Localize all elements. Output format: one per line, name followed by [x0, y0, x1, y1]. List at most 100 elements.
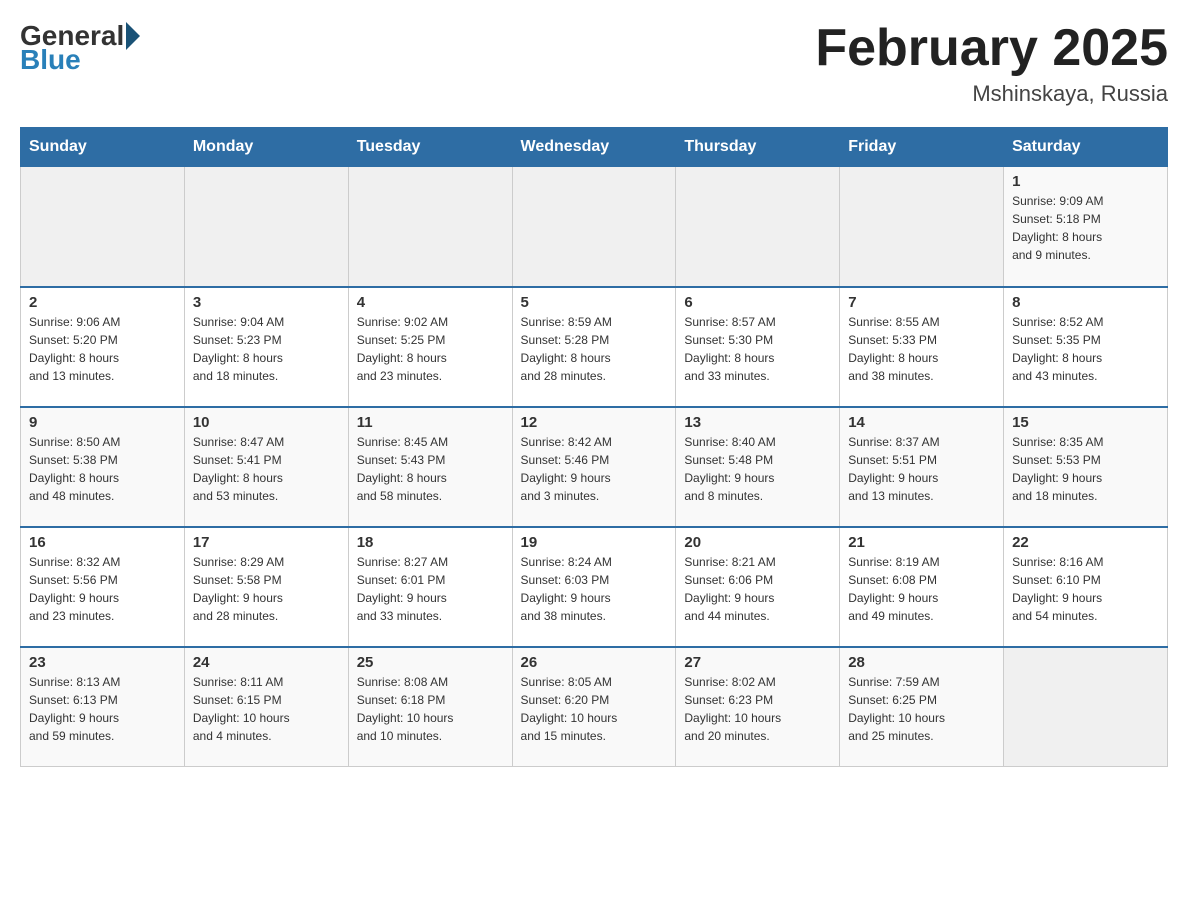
day-info: Sunrise: 8:05 AMSunset: 6:20 PMDaylight:…	[521, 673, 668, 745]
day-info: Sunrise: 7:59 AMSunset: 6:25 PMDaylight:…	[848, 673, 995, 745]
calendar-day-cell: 5Sunrise: 8:59 AMSunset: 5:28 PMDaylight…	[512, 287, 676, 407]
day-info: Sunrise: 8:50 AMSunset: 5:38 PMDaylight:…	[29, 433, 176, 505]
page-header: General Blue February 2025 Mshinskaya, R…	[20, 20, 1168, 107]
day-info: Sunrise: 8:55 AMSunset: 5:33 PMDaylight:…	[848, 313, 995, 385]
day-info: Sunrise: 8:32 AMSunset: 5:56 PMDaylight:…	[29, 553, 176, 625]
calendar-day-header: Wednesday	[512, 128, 676, 167]
calendar-day-header: Saturday	[1004, 128, 1168, 167]
calendar-day-cell: 14Sunrise: 8:37 AMSunset: 5:51 PMDayligh…	[840, 407, 1004, 527]
calendar-day-cell	[1004, 647, 1168, 767]
calendar-day-cell: 18Sunrise: 8:27 AMSunset: 6:01 PMDayligh…	[348, 527, 512, 647]
calendar-week-row: 16 Sunrise: 8:32 AMSunset: 5:56 PMDayligh…	[21, 527, 1168, 647]
day-number: 19	[521, 534, 668, 551]
day-number: 9	[29, 414, 176, 431]
day-info: Sunrise: 9:02 AMSunset: 5:25 PMDaylight:…	[357, 313, 504, 385]
day-number: 8	[1012, 294, 1159, 311]
day-number: 27	[684, 654, 831, 671]
day-number: 16	[29, 534, 176, 551]
calendar-week-row: 2 Sunrise: 9:06 AMSunset: 5:20 PMDaylight…	[21, 287, 1168, 407]
day-info: Sunrise: 8:19 AMSunset: 6:08 PMDaylight:…	[848, 553, 995, 625]
logo: General Blue	[20, 20, 140, 76]
calendar-week-row: 23Sunrise: 8:13 AMSunset: 6:13 PMDayligh…	[21, 647, 1168, 767]
location: Mshinskaya, Russia	[815, 81, 1168, 107]
day-number: 28	[848, 654, 995, 671]
day-info: Sunrise: 8:29 AMSunset: 5:58 PMDaylight:…	[193, 553, 340, 625]
calendar-day-cell	[676, 167, 840, 287]
day-info: Sunrise: 8:37 AMSunset: 5:51 PMDaylight:…	[848, 433, 995, 505]
day-number: 21	[848, 534, 995, 551]
day-info: Sunrise: 8:45 AMSunset: 5:43 PMDaylight:…	[357, 433, 504, 505]
title-block: February 2025 Mshinskaya, Russia	[815, 20, 1168, 107]
calendar-day-cell: 10Sunrise: 8:47 AMSunset: 5:41 PMDayligh…	[184, 407, 348, 527]
calendar-day-cell	[512, 167, 676, 287]
day-info: Sunrise: 8:11 AMSunset: 6:15 PMDaylight:…	[193, 673, 340, 745]
day-number: 4	[357, 294, 504, 311]
calendar-day-cell: 16 Sunrise: 8:32 AMSunset: 5:56 PMDayligh…	[21, 527, 185, 647]
calendar-day-cell: 25 Sunrise: 8:08 AMSunset: 6:18 PMDayligh…	[348, 647, 512, 767]
day-info: Sunrise: 9:04 AMSunset: 5:23 PMDaylight:…	[193, 313, 340, 385]
calendar-day-cell: 12 Sunrise: 8:42 AMSunset: 5:46 PMDayligh…	[512, 407, 676, 527]
day-number: 25	[357, 654, 504, 671]
calendar-day-cell: 15Sunrise: 8:35 AMSunset: 5:53 PMDayligh…	[1004, 407, 1168, 527]
day-number: 18	[357, 534, 504, 551]
calendar-table: SundayMondayTuesdayWednesdayThursdayFrid…	[20, 127, 1168, 767]
day-info: Sunrise: 8:08 AMSunset: 6:18 PMDaylight:…	[357, 673, 504, 745]
day-number: 1	[1012, 173, 1159, 190]
day-info: Sunrise: 8:40 AMSunset: 5:48 PMDaylight:…	[684, 433, 831, 505]
day-info: Sunrise: 8:59 AMSunset: 5:28 PMDaylight:…	[521, 313, 668, 385]
calendar-day-cell: 17Sunrise: 8:29 AMSunset: 5:58 PMDayligh…	[184, 527, 348, 647]
calendar-day-cell: 24 Sunrise: 8:11 AMSunset: 6:15 PMDayligh…	[184, 647, 348, 767]
calendar-day-cell	[184, 167, 348, 287]
day-number: 11	[357, 414, 504, 431]
day-number: 3	[193, 294, 340, 311]
day-number: 22	[1012, 534, 1159, 551]
day-info: Sunrise: 9:06 AMSunset: 5:20 PMDaylight:…	[29, 313, 176, 385]
calendar-day-cell: 13 Sunrise: 8:40 AMSunset: 5:48 PMDayligh…	[676, 407, 840, 527]
calendar-day-cell: 8 Sunrise: 8:52 AMSunset: 5:35 PMDaylight…	[1004, 287, 1168, 407]
calendar-day-cell: 19 Sunrise: 8:24 AMSunset: 6:03 PMDayligh…	[512, 527, 676, 647]
month-title: February 2025	[815, 20, 1168, 77]
calendar-day-cell: 22 Sunrise: 8:16 AMSunset: 6:10 PMDayligh…	[1004, 527, 1168, 647]
calendar-day-cell	[348, 167, 512, 287]
day-number: 7	[848, 294, 995, 311]
day-number: 26	[521, 654, 668, 671]
calendar-day-cell: 1 Sunrise: 9:09 AMSunset: 5:18 PMDaylight…	[1004, 167, 1168, 287]
day-info: Sunrise: 9:09 AMSunset: 5:18 PMDaylight:…	[1012, 192, 1159, 264]
day-number: 13	[684, 414, 831, 431]
calendar-week-row: 1 Sunrise: 9:09 AMSunset: 5:18 PMDaylight…	[21, 167, 1168, 287]
calendar-day-cell: 7 Sunrise: 8:55 AMSunset: 5:33 PMDaylight…	[840, 287, 1004, 407]
calendar-day-cell: 27 Sunrise: 8:02 AMSunset: 6:23 PMDayligh…	[676, 647, 840, 767]
calendar-day-cell: 23Sunrise: 8:13 AMSunset: 6:13 PMDayligh…	[21, 647, 185, 767]
calendar-week-row: 9 Sunrise: 8:50 AMSunset: 5:38 PMDaylight…	[21, 407, 1168, 527]
calendar-day-cell: 26 Sunrise: 8:05 AMSunset: 6:20 PMDayligh…	[512, 647, 676, 767]
calendar-day-cell: 6 Sunrise: 8:57 AMSunset: 5:30 PMDaylight…	[676, 287, 840, 407]
calendar-day-cell: 20 Sunrise: 8:21 AMSunset: 6:06 PMDayligh…	[676, 527, 840, 647]
day-info: Sunrise: 8:13 AMSunset: 6:13 PMDaylight:…	[29, 673, 176, 745]
day-info: Sunrise: 8:21 AMSunset: 6:06 PMDaylight:…	[684, 553, 831, 625]
day-info: Sunrise: 8:24 AMSunset: 6:03 PMDaylight:…	[521, 553, 668, 625]
calendar-day-header: Thursday	[676, 128, 840, 167]
day-number: 20	[684, 534, 831, 551]
calendar-day-cell: 4 Sunrise: 9:02 AMSunset: 5:25 PMDaylight…	[348, 287, 512, 407]
day-info: Sunrise: 8:47 AMSunset: 5:41 PMDaylight:…	[193, 433, 340, 505]
day-info: Sunrise: 8:42 AMSunset: 5:46 PMDaylight:…	[521, 433, 668, 505]
day-number: 6	[684, 294, 831, 311]
day-number: 12	[521, 414, 668, 431]
calendar-day-cell: 9 Sunrise: 8:50 AMSunset: 5:38 PMDaylight…	[21, 407, 185, 527]
day-info: Sunrise: 8:52 AMSunset: 5:35 PMDaylight:…	[1012, 313, 1159, 385]
calendar-day-header: Friday	[840, 128, 1004, 167]
day-number: 15	[1012, 414, 1159, 431]
day-info: Sunrise: 8:16 AMSunset: 6:10 PMDaylight:…	[1012, 553, 1159, 625]
day-number: 2	[29, 294, 176, 311]
calendar-day-cell: 2 Sunrise: 9:06 AMSunset: 5:20 PMDaylight…	[21, 287, 185, 407]
day-number: 24	[193, 654, 340, 671]
calendar-day-cell: 3 Sunrise: 9:04 AMSunset: 5:23 PMDaylight…	[184, 287, 348, 407]
calendar-day-cell: 11 Sunrise: 8:45 AMSunset: 5:43 PMDayligh…	[348, 407, 512, 527]
calendar-day-cell: 21 Sunrise: 8:19 AMSunset: 6:08 PMDayligh…	[840, 527, 1004, 647]
calendar-day-header: Tuesday	[348, 128, 512, 167]
day-info: Sunrise: 8:02 AMSunset: 6:23 PMDaylight:…	[684, 673, 831, 745]
calendar-day-cell: 28 Sunrise: 7:59 AMSunset: 6:25 PMDayligh…	[840, 647, 1004, 767]
day-info: Sunrise: 8:57 AMSunset: 5:30 PMDaylight:…	[684, 313, 831, 385]
logo-blue-text: Blue	[20, 44, 140, 76]
calendar-day-header: Sunday	[21, 128, 185, 167]
